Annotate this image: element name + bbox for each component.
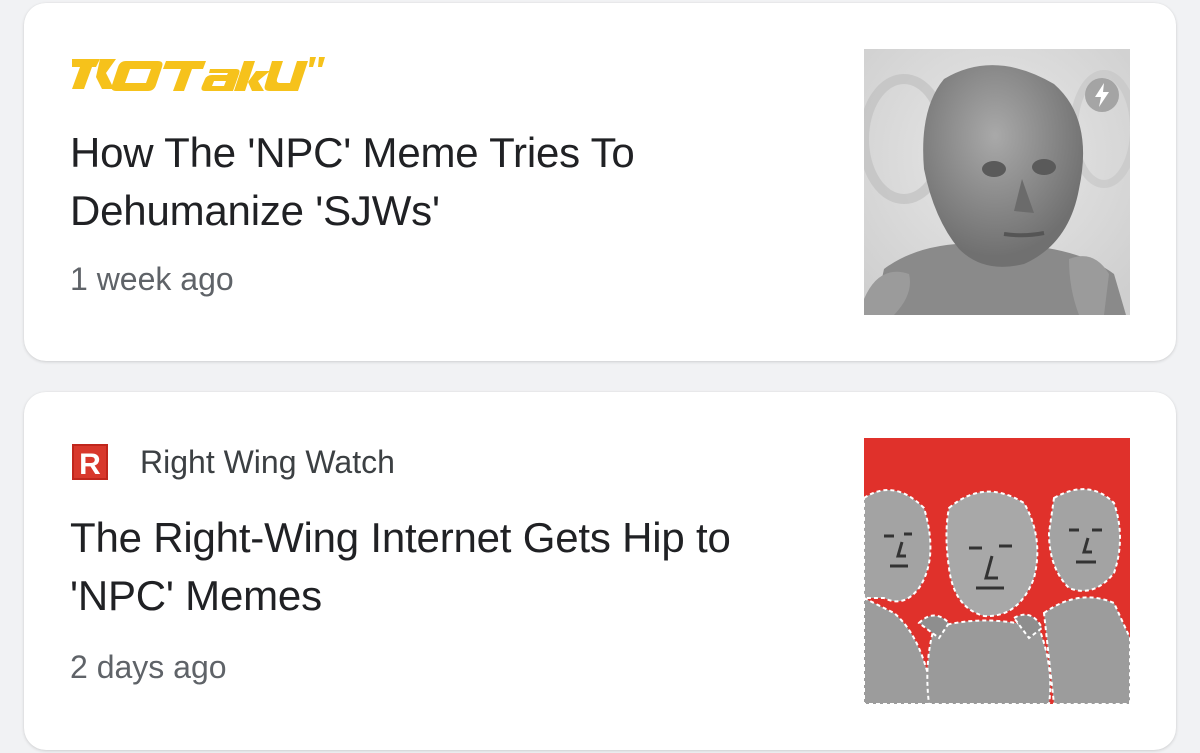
source-row xyxy=(70,49,330,97)
article-timestamp: 2 days ago xyxy=(70,649,227,685)
article-headline[interactable]: The Right-Wing Internet Gets Hip to 'NPC… xyxy=(70,509,810,625)
rww-r-logo: R xyxy=(70,442,110,482)
news-card-right-wing-watch[interactable]: R Right Wing Watch The Right-Wing Intern… xyxy=(24,392,1176,750)
source-row: R Right Wing Watch xyxy=(70,442,395,482)
article-thumbnail[interactable] xyxy=(864,438,1130,704)
article-timestamp: 1 week ago xyxy=(70,261,234,297)
article-headline[interactable]: How The 'NPC' Meme Tries To Dehumanize '… xyxy=(70,124,810,240)
article-thumbnail[interactable] xyxy=(864,49,1130,315)
news-card-kotaku[interactable]: How The 'NPC' Meme Tries To Dehumanize '… xyxy=(24,3,1176,361)
source-name: Right Wing Watch xyxy=(140,443,395,480)
svg-text:R: R xyxy=(79,448,101,481)
npc-group-image xyxy=(864,438,1130,704)
amp-lightning-icon xyxy=(1085,78,1119,112)
kotaku-logo xyxy=(72,57,325,91)
